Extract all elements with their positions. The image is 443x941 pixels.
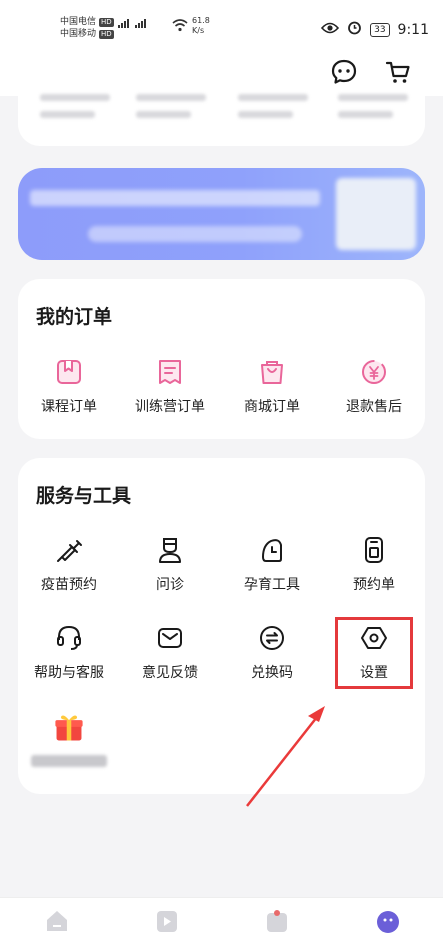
stat-item xyxy=(40,94,110,128)
net-speed: 61.8 K/s xyxy=(192,16,210,36)
exchange-code-button[interactable]: 兑换码 xyxy=(221,623,323,682)
refund-button[interactable]: 退款售后 xyxy=(323,357,425,416)
wifi-icon xyxy=(172,19,188,36)
banner-button[interactable] xyxy=(88,226,302,242)
exchange-icon xyxy=(260,626,284,650)
gift-label xyxy=(31,755,107,767)
cart-icon[interactable] xyxy=(384,58,412,86)
alarm-icon xyxy=(347,20,362,39)
gift-icon xyxy=(55,715,83,741)
clock: 9:11 xyxy=(397,21,429,38)
camp-order-button[interactable]: 训练营订单 xyxy=(119,357,221,416)
mall-icon[interactable] xyxy=(265,908,289,934)
signal-icon xyxy=(118,19,146,28)
banner-title xyxy=(30,190,320,206)
status-right: 33 9:11 xyxy=(321,20,429,39)
carrier-1: 中国电信 xyxy=(60,17,97,27)
doctor-icon xyxy=(159,538,181,563)
carrier-info: 中国电信 HD 中国移动 HD xyxy=(60,16,114,40)
help-label: 帮助与客服 xyxy=(34,665,104,681)
vaccine-button[interactable]: 疫苗预约 xyxy=(18,535,120,594)
battery-indicator: 33 xyxy=(370,22,390,37)
services-title: 服务与工具 xyxy=(36,485,132,507)
stat-item xyxy=(238,94,308,128)
message-icon[interactable] xyxy=(330,58,358,86)
feedback-button[interactable]: 意见反馈 xyxy=(119,623,221,682)
stats-card xyxy=(18,84,425,146)
refund-label: 退款售后 xyxy=(346,399,402,415)
mall-order-button[interactable]: 商城订单 xyxy=(221,357,323,416)
mall-order-icon xyxy=(261,361,283,384)
camp-order-label: 训练营订单 xyxy=(135,399,205,415)
appointment-button[interactable]: 预约单 xyxy=(323,535,425,594)
exchange-code-label: 兑换码 xyxy=(251,665,293,681)
hd-badge: HD xyxy=(99,29,114,39)
status-bar: 中国电信 HD 中国移动 HD 61.8 K/s 33 9:11 xyxy=(0,0,443,48)
pregnancy-tool-button[interactable]: 孕育工具 xyxy=(221,535,323,594)
stat-item xyxy=(338,94,408,128)
pregnancy-tool-label: 孕育工具 xyxy=(244,577,300,593)
promo-banner[interactable] xyxy=(18,168,425,260)
vaccine-icon xyxy=(57,540,82,562)
home-icon[interactable] xyxy=(45,908,69,934)
eye-icon xyxy=(321,22,340,38)
orders-card: 我的订单 课程订单 训练营订单 商城订单 退款售后 xyxy=(18,279,425,439)
mall-order-label: 商城订单 xyxy=(244,399,300,415)
carrier-2: 中国移动 xyxy=(60,29,97,39)
course-order-button[interactable]: 课程订单 xyxy=(18,357,120,416)
consult-button[interactable]: 问诊 xyxy=(119,535,221,594)
refund-icon xyxy=(362,360,386,384)
feedback-label: 意见反馈 xyxy=(142,665,198,681)
video-icon[interactable] xyxy=(155,908,179,934)
feedback-icon xyxy=(158,628,182,648)
stat-item xyxy=(136,94,206,128)
headset-icon xyxy=(57,625,81,650)
banner-image xyxy=(336,178,416,250)
vaccine-label: 疫苗预约 xyxy=(41,577,97,593)
appointment-icon xyxy=(365,537,383,563)
net-speed-value: 61.8 xyxy=(192,16,210,25)
hd-badge: HD xyxy=(99,17,114,27)
course-order-label: 课程订单 xyxy=(41,399,97,415)
help-button[interactable]: 帮助与客服 xyxy=(18,623,120,682)
pregnancy-tool-icon xyxy=(262,539,282,562)
course-order-icon xyxy=(57,360,81,384)
gift-item-button[interactable] xyxy=(18,711,120,767)
consult-label: 问诊 xyxy=(156,577,184,593)
profile-icon[interactable] xyxy=(376,908,400,934)
bottom-nav xyxy=(0,897,443,941)
camp-order-icon xyxy=(159,360,181,384)
orders-title: 我的订单 xyxy=(36,306,113,328)
appointment-label: 预约单 xyxy=(353,577,395,593)
net-speed-unit: K/s xyxy=(192,26,205,35)
settings-highlight xyxy=(335,617,413,689)
